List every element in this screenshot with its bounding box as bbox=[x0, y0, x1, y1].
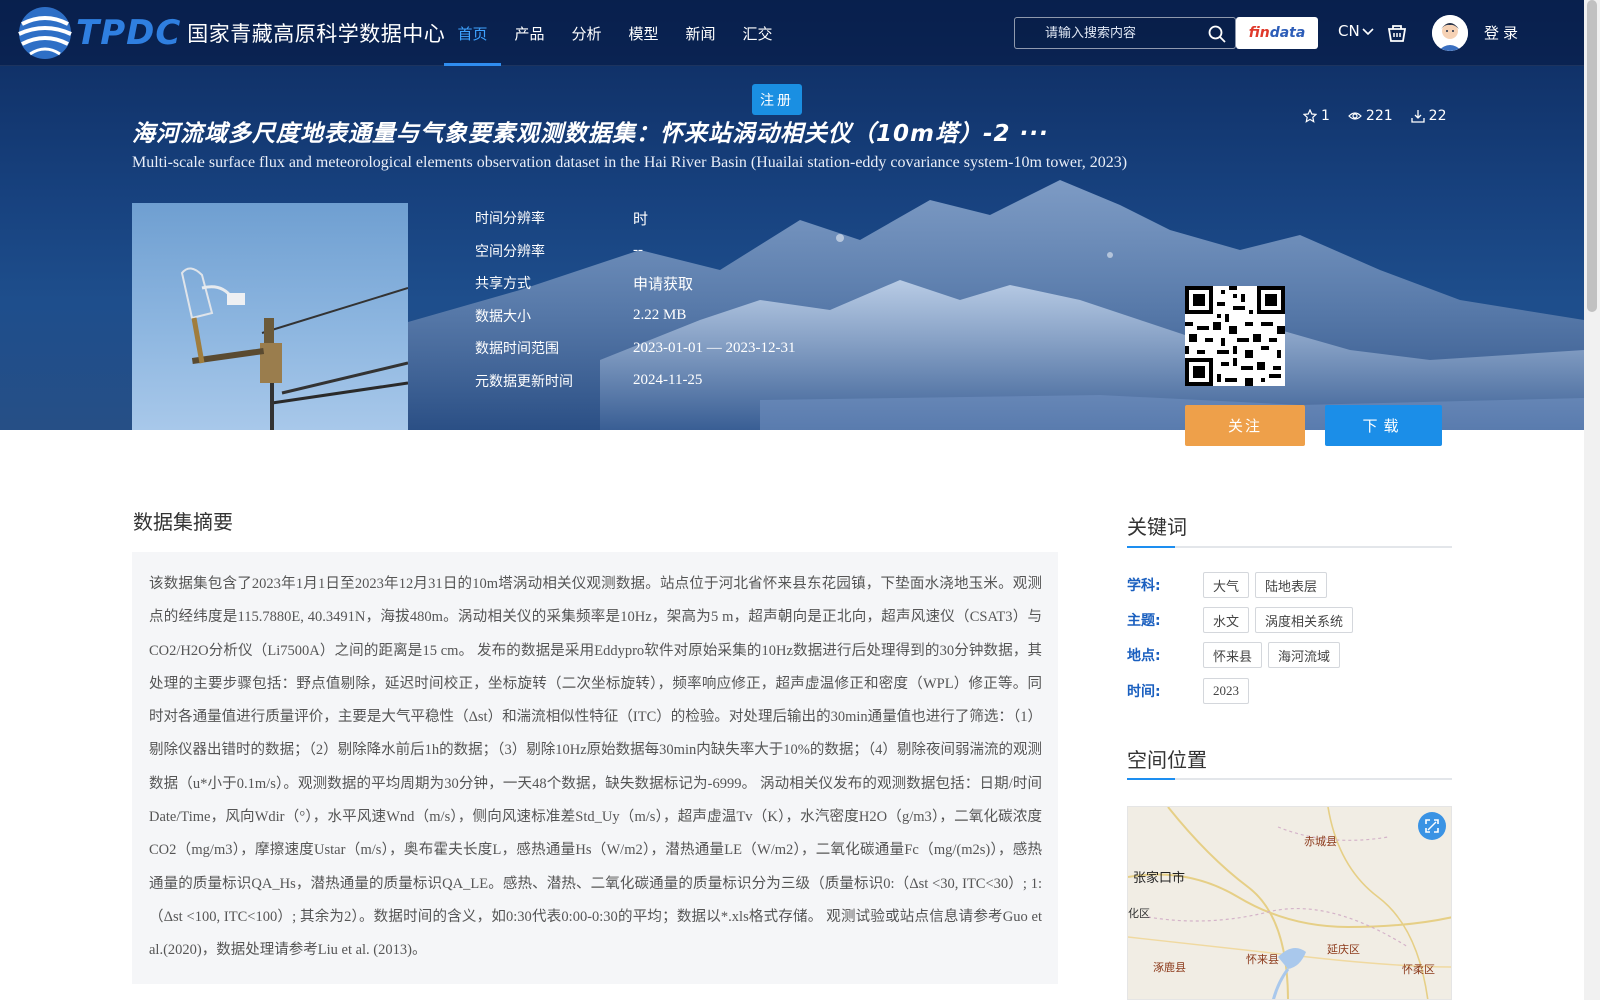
meta-label: 共享方式 bbox=[475, 276, 531, 293]
keyword-label: 时间: bbox=[1127, 684, 1161, 700]
search-box bbox=[1014, 17, 1236, 49]
view-count: 221 bbox=[1348, 108, 1393, 124]
dataset-thumbnail bbox=[132, 203, 408, 430]
avatar[interactable] bbox=[1432, 15, 1468, 51]
keyword-row-theme: 主题: 水文 涡度相关系统 bbox=[1127, 607, 1359, 633]
download-icon bbox=[1411, 110, 1425, 123]
star-count-value: 1 bbox=[1321, 108, 1330, 124]
meta-label: 元数据更新时间 bbox=[475, 373, 573, 390]
user-avatar-icon bbox=[1432, 15, 1468, 51]
dataset-metadata: 时间分辨率 时 空间分辨率 -- 共享方式 申请获取 数据大小 2.22 MB … bbox=[475, 202, 795, 397]
meta-label: 数据时间范围 bbox=[475, 341, 559, 358]
star-count[interactable]: 1 bbox=[1303, 108, 1330, 124]
meta-row-time-resolution: 时间分辨率 时 bbox=[475, 202, 795, 235]
meta-value: 2.22 MB bbox=[633, 307, 687, 324]
expand-icon bbox=[1425, 819, 1439, 833]
login-link[interactable]: 登录 bbox=[1484, 22, 1522, 43]
dataset-title-en: Multi-scale surface flux and meteorologi… bbox=[132, 154, 1128, 171]
meta-row-spatial-resolution: 空间分辨率 -- bbox=[475, 235, 795, 268]
globe-logo-icon bbox=[18, 7, 72, 59]
qr-code-image bbox=[1185, 286, 1285, 386]
download-button[interactable]: 下载 bbox=[1325, 405, 1442, 446]
findata-button[interactable]: fin data bbox=[1236, 17, 1318, 49]
keyword-row-place: 地点: 怀来县 海河流域 bbox=[1127, 642, 1346, 668]
follow-button[interactable]: 关注 bbox=[1185, 405, 1305, 446]
keywords-title: 关键词 bbox=[1127, 515, 1187, 539]
keyword-label: 主题: bbox=[1127, 613, 1161, 629]
dataset-stats: 1 221 22 bbox=[1303, 108, 1446, 124]
keyword-tag[interactable]: 涡度相关系统 bbox=[1255, 607, 1354, 633]
location-divider bbox=[1127, 778, 1452, 780]
abstract-title: 数据集摘要 bbox=[133, 510, 233, 534]
eye-icon bbox=[1348, 112, 1362, 120]
location-map[interactable]: 赤城县 张家口市 化区 延庆区 怀来县 涿鹿县 怀柔区 bbox=[1127, 806, 1452, 1000]
nav-item-products[interactable]: 产品 bbox=[501, 0, 558, 66]
map-label: 化区 bbox=[1128, 907, 1150, 920]
chevron-down-icon bbox=[1362, 28, 1374, 36]
cart-icon[interactable] bbox=[1386, 22, 1408, 44]
findata-label-part2: data bbox=[1269, 25, 1306, 41]
nav-item-home[interactable]: 首页 bbox=[444, 0, 501, 66]
page-scrollbar[interactable] bbox=[1584, 0, 1600, 1000]
map-label: 延庆区 bbox=[1327, 943, 1360, 956]
star-icon bbox=[1303, 109, 1317, 123]
abstract-text: 该数据集包含了2023年1月1日至2023年12月31日的10m塔涡动相关仪观测… bbox=[132, 552, 1058, 984]
map-label: 怀柔区 bbox=[1402, 963, 1435, 976]
nav-item-analysis[interactable]: 分析 bbox=[558, 0, 615, 66]
meta-row-data-size: 数据大小 2.22 MB bbox=[475, 300, 795, 333]
meta-value: 申请获取 bbox=[633, 276, 694, 293]
meta-label: 空间分辨率 bbox=[475, 243, 545, 260]
language-label: CN bbox=[1338, 22, 1360, 40]
nav-item-submit[interactable]: 汇交 bbox=[729, 0, 786, 66]
location-title: 空间位置 bbox=[1127, 748, 1207, 772]
keyword-tag[interactable]: 2023 bbox=[1203, 678, 1249, 704]
keyword-label: 学科: bbox=[1127, 578, 1161, 594]
keyword-tag[interactable]: 水文 bbox=[1203, 607, 1250, 633]
meta-value: 时 bbox=[633, 211, 649, 228]
keywords-divider bbox=[1127, 546, 1452, 548]
meta-label: 数据大小 bbox=[475, 308, 531, 325]
keyword-tag[interactable]: 陆地表层 bbox=[1255, 572, 1328, 598]
download-count-value: 22 bbox=[1428, 108, 1447, 124]
meta-row-sharing: 共享方式 申请获取 bbox=[475, 267, 795, 300]
meta-value: 2023-01-01 — 2023-12-31 bbox=[633, 339, 796, 356]
map-fullscreen-button[interactable] bbox=[1418, 812, 1446, 840]
register-button[interactable]: 注册 bbox=[752, 84, 802, 115]
instrument-photo-image bbox=[180, 267, 408, 430]
keyword-tag[interactable]: 海河流域 bbox=[1268, 642, 1341, 668]
meta-row-updated: 元数据更新时间 2024-11-25 bbox=[475, 365, 795, 398]
nav-item-models[interactable]: 模型 bbox=[615, 0, 672, 66]
map-label: 张家口市 bbox=[1133, 871, 1186, 886]
logo-abbreviation: TPDC bbox=[76, 13, 182, 53]
meta-value: -- bbox=[633, 242, 643, 259]
site-logo[interactable]: TPDC 国家青藏高原科学数据中心 bbox=[16, 4, 445, 62]
keyword-label: 地点: bbox=[1127, 648, 1161, 664]
meta-row-time-range: 数据时间范围 2023-01-01 — 2023-12-31 bbox=[475, 332, 795, 365]
map-label: 赤城县 bbox=[1304, 835, 1337, 848]
view-count-value: 221 bbox=[1365, 108, 1393, 124]
top-navigation-bar: TPDC 国家青藏高原科学数据中心 首页 产品 分析 模型 新闻 汇交 find… bbox=[0, 0, 1584, 66]
search-icon[interactable] bbox=[1207, 24, 1227, 44]
language-switcher[interactable]: CN bbox=[1338, 22, 1374, 40]
keyword-row-discipline: 学科: 大气 陆地表层 bbox=[1127, 572, 1333, 598]
logo-name: 国家青藏高原科学数据中心 bbox=[187, 22, 446, 46]
scrollbar-thumb[interactable] bbox=[1587, 0, 1597, 312]
nav-item-news[interactable]: 新闻 bbox=[672, 0, 729, 66]
main-nav: 首页 产品 分析 模型 新闻 汇交 bbox=[444, 0, 786, 66]
keyword-tag[interactable]: 怀来县 bbox=[1203, 642, 1263, 668]
download-count: 22 bbox=[1411, 108, 1447, 124]
dataset-title-cn: 海河流域多尺度地表通量与气象要素观测数据集：怀来站涡动相关仪（10m塔）-2 ·… bbox=[132, 121, 1049, 147]
findata-label-part1: fin bbox=[1248, 25, 1270, 41]
meta-value: 2024-11-25 bbox=[633, 372, 703, 389]
search-input[interactable] bbox=[1015, 25, 1195, 41]
keyword-tag[interactable]: 大气 bbox=[1203, 572, 1250, 598]
keyword-row-time: 时间: 2023 bbox=[1127, 678, 1255, 704]
map-label: 涿鹿县 bbox=[1153, 961, 1186, 974]
meta-label: 时间分辨率 bbox=[475, 211, 545, 228]
map-label: 怀来县 bbox=[1246, 953, 1279, 966]
